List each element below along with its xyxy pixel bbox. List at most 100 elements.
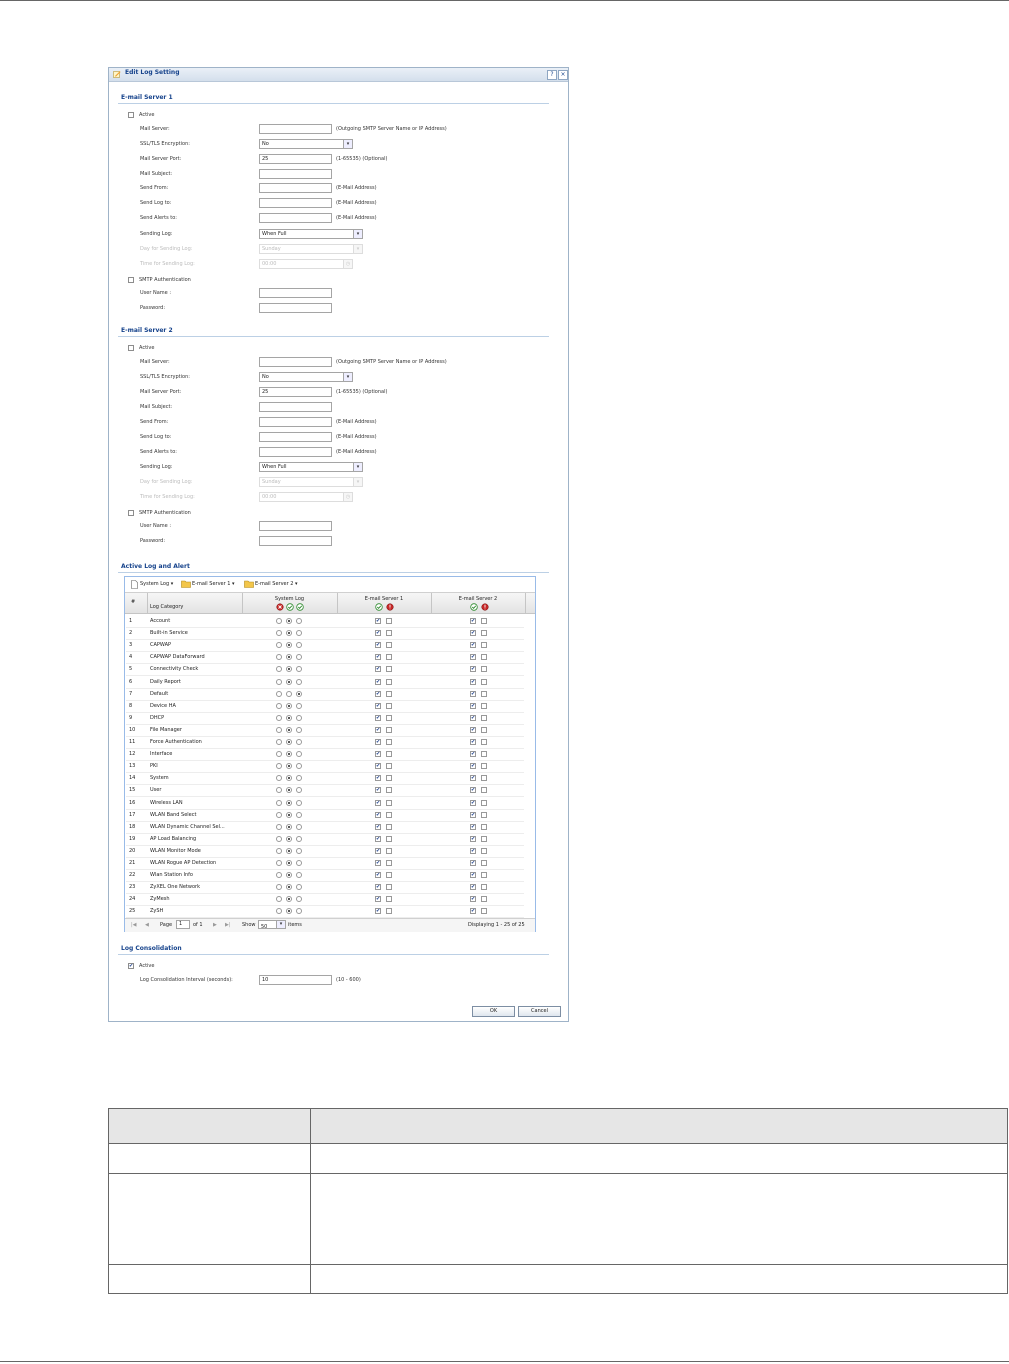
server1-enable-checkbox[interactable]: ✔	[375, 726, 381, 733]
server2-alert-checkbox[interactable]	[481, 666, 487, 673]
server1-alert-checkbox[interactable]	[386, 847, 392, 854]
system-log-disable-radio[interactable]	[276, 630, 282, 637]
server2-port-input[interactable]: 25	[259, 387, 332, 397]
system-log-normal-radio[interactable]	[286, 654, 292, 661]
close-button[interactable]: ×	[558, 70, 568, 80]
server1-alert-checkbox[interactable]	[386, 775, 392, 782]
server2-alert-checkbox[interactable]	[481, 835, 487, 842]
server1-enable-checkbox[interactable]: ✔	[375, 751, 381, 758]
server1-enable-checkbox[interactable]: ✔	[375, 847, 381, 854]
system-log-debug-radio[interactable]	[296, 787, 302, 794]
server2-alert-checkbox[interactable]	[481, 714, 487, 721]
server2-menu[interactable]: E-mail Server 2 ▾	[255, 581, 298, 587]
prev-page-icon[interactable]: ◀	[145, 922, 149, 928]
system-log-normal-radio[interactable]	[286, 726, 292, 733]
system-log-normal-radio[interactable]	[286, 872, 292, 879]
system-log-disable-radio[interactable]	[276, 702, 282, 709]
server1-mail-server-input[interactable]	[259, 124, 332, 134]
server1-alert-checkbox[interactable]	[386, 726, 392, 733]
server1-alert-checkbox[interactable]	[386, 872, 392, 879]
server2-alert-checkbox[interactable]	[481, 860, 487, 866]
system-log-normal-radio[interactable]	[286, 860, 292, 866]
server1-enable-checkbox[interactable]: ✔	[375, 630, 381, 637]
server2-enable-checkbox[interactable]: ✔	[470, 775, 476, 782]
server2-enable-checkbox[interactable]: ✔	[470, 763, 476, 770]
server2-send-from-input[interactable]	[259, 417, 332, 427]
system-log-debug-radio[interactable]	[296, 872, 302, 879]
system-log-disable-radio[interactable]	[276, 654, 282, 661]
system-log-normal-radio[interactable]	[286, 811, 292, 818]
system-log-disable-radio[interactable]	[276, 835, 282, 842]
server2-alert-checkbox[interactable]	[481, 908, 487, 915]
server1-enable-checkbox[interactable]: ✔	[375, 823, 381, 830]
first-page-icon[interactable]: |◀	[131, 922, 137, 928]
system-log-debug-radio[interactable]	[296, 811, 302, 818]
server1-send-from-input[interactable]	[259, 183, 332, 193]
system-log-normal-radio[interactable]	[286, 642, 292, 649]
server2-alert-checkbox[interactable]	[481, 763, 487, 770]
server2-send-alerts-input[interactable]	[259, 447, 332, 457]
system-log-normal-radio[interactable]	[286, 739, 292, 745]
server1-menu[interactable]: E-mail Server 1 ▾	[192, 581, 235, 587]
server1-enable-checkbox[interactable]: ✔	[375, 835, 381, 842]
server2-sending-log-select[interactable]: When Full ▾	[259, 462, 363, 472]
page-size-select[interactable]: 50 ▾	[258, 920, 286, 930]
server2-smtp-auth-checkbox[interactable]	[128, 510, 134, 516]
system-log-disable-radio[interactable]	[276, 787, 282, 794]
server2-alert-checkbox[interactable]	[481, 702, 487, 709]
next-page-icon[interactable]: ▶	[213, 922, 217, 928]
system-log-disable-radio[interactable]	[276, 799, 282, 806]
server1-enable-checkbox[interactable]: ✔	[375, 678, 381, 685]
system-log-normal-radio[interactable]	[286, 763, 292, 770]
server2-enable-all-icon[interactable]	[470, 603, 478, 611]
server2-alert-checkbox[interactable]	[481, 751, 487, 758]
server1-enable-checkbox[interactable]: ✔	[375, 896, 381, 903]
server2-alert-checkbox[interactable]	[481, 630, 487, 637]
server2-alert-checkbox[interactable]	[481, 872, 487, 879]
server2-alert-checkbox[interactable]	[481, 896, 487, 903]
server1-enable-checkbox[interactable]: ✔	[375, 787, 381, 794]
server2-enable-checkbox[interactable]: ✔	[470, 835, 476, 842]
server1-enable-checkbox[interactable]: ✔	[375, 690, 381, 697]
server2-enable-checkbox[interactable]: ✔	[470, 908, 476, 915]
system-log-debug-radio[interactable]	[296, 654, 302, 661]
server2-enable-checkbox[interactable]: ✔	[470, 847, 476, 854]
server1-alert-checkbox[interactable]	[386, 714, 392, 721]
server1-alert-checkbox[interactable]	[386, 702, 392, 709]
server2-alert-checkbox[interactable]	[481, 678, 487, 685]
system-log-disable-radio[interactable]	[276, 678, 282, 685]
system-log-normal-radio[interactable]	[286, 751, 292, 758]
system-log-disable-radio[interactable]	[276, 872, 282, 879]
server2-enable-checkbox[interactable]: ✔	[470, 678, 476, 685]
server1-alert-checkbox[interactable]	[386, 678, 392, 685]
server2-alert-checkbox[interactable]	[481, 787, 487, 794]
server1-enable-checkbox[interactable]: ✔	[375, 739, 381, 745]
server2-alert-checkbox[interactable]	[481, 739, 487, 745]
server1-encryption-select[interactable]: No ▾	[259, 139, 353, 149]
server2-enable-checkbox[interactable]: ✔	[470, 714, 476, 721]
server1-alert-checkbox[interactable]	[386, 751, 392, 758]
system-log-disable-radio[interactable]	[276, 751, 282, 758]
server2-enable-checkbox[interactable]: ✔	[470, 739, 476, 745]
system-log-debug-radio[interactable]	[296, 739, 302, 745]
server2-alert-checkbox[interactable]	[481, 654, 487, 661]
server1-alert-checkbox[interactable]	[386, 630, 392, 637]
server2-enable-checkbox[interactable]: ✔	[470, 860, 476, 866]
server2-enable-checkbox[interactable]: ✔	[470, 630, 476, 637]
system-log-disable-radio[interactable]	[276, 884, 282, 891]
server2-alert-checkbox[interactable]	[481, 884, 487, 891]
server1-alert-all-icon[interactable]	[386, 603, 394, 611]
server2-enable-checkbox[interactable]: ✔	[470, 872, 476, 879]
server2-active-checkbox[interactable]	[128, 345, 134, 351]
system-log-disable-radio[interactable]	[276, 896, 282, 903]
server2-enable-checkbox[interactable]: ✔	[470, 702, 476, 709]
system-log-normal-radio[interactable]	[286, 690, 292, 697]
server2-enable-checkbox[interactable]: ✔	[470, 618, 476, 624]
server2-enable-checkbox[interactable]: ✔	[470, 642, 476, 649]
server1-alert-checkbox[interactable]	[386, 642, 392, 649]
server1-alert-checkbox[interactable]	[386, 787, 392, 794]
server2-enable-checkbox[interactable]: ✔	[470, 666, 476, 673]
server1-alert-checkbox[interactable]	[386, 654, 392, 661]
system-log-disable-radio[interactable]	[276, 823, 282, 830]
system-log-normal-radio[interactable]	[286, 847, 292, 854]
